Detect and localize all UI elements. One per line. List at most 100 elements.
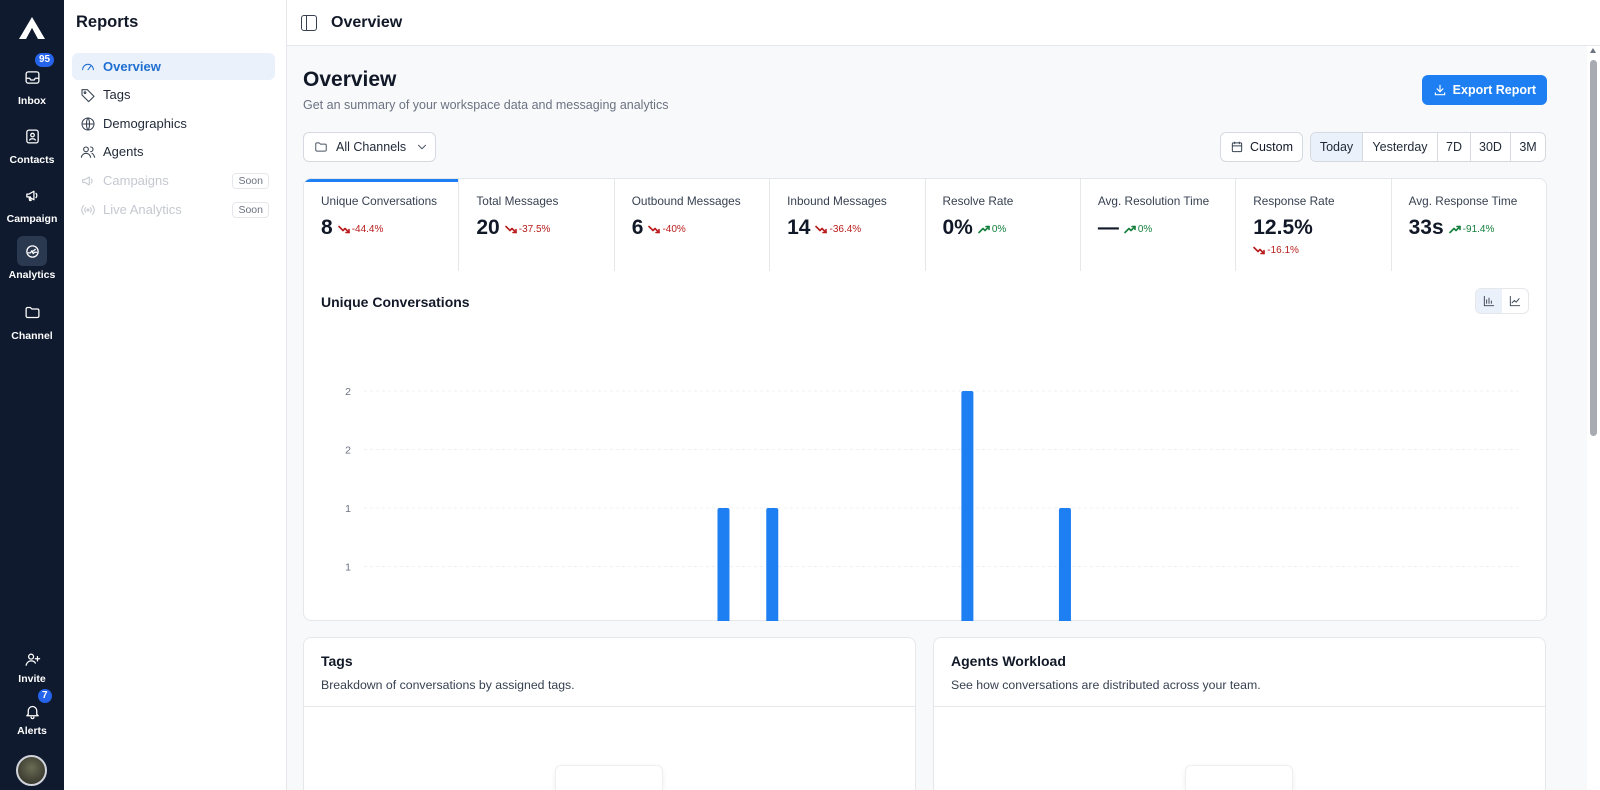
rail-item-alerts[interactable]: 7 Alerts bbox=[0, 689, 64, 737]
rail-item-campaign[interactable]: Campaign bbox=[0, 180, 64, 225]
sidebar-item-label: Campaigns bbox=[103, 173, 169, 188]
channel-select-value: All Channels bbox=[336, 140, 407, 154]
chart-bar[interactable] bbox=[1058, 508, 1071, 621]
stat-change: 0% bbox=[1124, 224, 1152, 235]
megaphone-icon bbox=[25, 190, 37, 201]
y-tick-label: 0 bbox=[345, 620, 351, 621]
y-tick-label: 1 bbox=[345, 562, 351, 574]
stat-tile[interactable]: Avg. Resolution Time — 0% bbox=[1081, 179, 1237, 271]
range-7d[interactable]: 7D bbox=[1437, 133, 1470, 161]
card-divider bbox=[304, 706, 915, 707]
broadcast-icon bbox=[81, 204, 95, 215]
agents-workload-title: Agents Workload bbox=[951, 653, 1066, 669]
range-yesterday[interactable]: Yesterday bbox=[1362, 133, 1437, 161]
custom-range-label: Custom bbox=[1249, 140, 1294, 154]
calendar-icon bbox=[1231, 141, 1243, 153]
rail-item-channel[interactable]: Channel bbox=[0, 297, 64, 342]
stat-tile[interactable]: Unique Conversations 8 -44.4% bbox=[304, 179, 460, 271]
sidebar-item-tags[interactable]: Tags bbox=[72, 81, 275, 108]
stat-value: 8 bbox=[321, 216, 333, 239]
rail-item-label: Channel bbox=[11, 330, 53, 342]
unique-conversations-chart: 0112212AM2AM4AM6AM8AM10AM12PM2PM4PM6PM8P… bbox=[345, 386, 1520, 621]
date-range-segmented: Today Yesterday 7D 30D 3M bbox=[1310, 132, 1546, 162]
stat-tile[interactable]: Inbound Messages 14 -36.4% bbox=[770, 179, 926, 271]
reports-sidebar: Reports Overview Tags Demographics Agent… bbox=[64, 0, 287, 790]
loading-placeholder bbox=[1185, 765, 1293, 790]
y-tick-label: 2 bbox=[345, 445, 351, 457]
trend-down-icon bbox=[1253, 246, 1266, 255]
sidebar-item-live-analytics: Live Analytics Soon bbox=[72, 196, 275, 223]
inbox-icon bbox=[24, 70, 40, 84]
custom-range-button[interactable]: Custom bbox=[1220, 132, 1303, 162]
tags-card-subtitle: Breakdown of conversations by assigned t… bbox=[321, 678, 575, 692]
sidebar-item-demographics[interactable]: Demographics bbox=[72, 110, 275, 137]
chevron-down-icon bbox=[418, 144, 427, 150]
stat-change: -91.4% bbox=[1448, 224, 1495, 235]
alerts-badge: 7 bbox=[38, 689, 52, 703]
stat-tile[interactable]: Avg. Response Time 33s -91.4% bbox=[1392, 179, 1546, 271]
stat-change-value: -37.5% bbox=[518, 224, 551, 235]
user-avatar[interactable] bbox=[16, 755, 47, 786]
range-3m[interactable]: 3M bbox=[1510, 133, 1545, 161]
y-tick-label: 2 bbox=[345, 386, 351, 398]
stat-change: -36.4% bbox=[815, 224, 861, 235]
scroll-up-icon[interactable] bbox=[1590, 48, 1596, 53]
download-icon bbox=[1434, 84, 1445, 96]
page-scrollbar[interactable] bbox=[1587, 46, 1600, 790]
rail-item-label: Analytics bbox=[8, 269, 56, 281]
rail-item-inbox[interactable]: 95 Inbox bbox=[0, 53, 64, 107]
sidebar-item-overview[interactable]: Overview bbox=[72, 53, 275, 80]
range-today[interactable]: Today bbox=[1311, 133, 1362, 161]
stat-value: 14 bbox=[787, 216, 811, 239]
trend-up-icon bbox=[978, 225, 990, 234]
tag-icon bbox=[81, 88, 95, 102]
rail-item-invite[interactable]: Invite bbox=[0, 648, 64, 685]
scrollbar-thumb[interactable] bbox=[1590, 60, 1597, 436]
chart-bar[interactable] bbox=[717, 508, 730, 621]
folder-icon bbox=[315, 142, 327, 152]
stat-value: 33s bbox=[1408, 216, 1444, 239]
trend-up-icon bbox=[1124, 225, 1136, 234]
stat-label: Inbound Messages bbox=[787, 194, 887, 208]
stat-change: 0% bbox=[978, 224, 1006, 235]
main-area: Overview Overview Get an summary of your… bbox=[287, 0, 1600, 790]
tags-card: Tags Breakdown of conversations by assig… bbox=[303, 637, 916, 790]
stat-value: 20 bbox=[476, 216, 500, 239]
trend-up-icon bbox=[1448, 225, 1461, 234]
page-subtitle: Get an summary of your workspace data an… bbox=[303, 98, 669, 112]
sidebar-title: Reports bbox=[76, 13, 139, 31]
loading-placeholder bbox=[555, 765, 663, 790]
rail-item-label: Inbox bbox=[18, 95, 46, 107]
range-30d[interactable]: 30D bbox=[1470, 133, 1510, 161]
soon-badge: Soon bbox=[232, 201, 269, 218]
contacts-icon bbox=[25, 128, 39, 144]
trend-down-icon bbox=[815, 225, 828, 234]
page-title: Overview bbox=[303, 68, 397, 91]
channel-select[interactable]: All Channels bbox=[303, 132, 436, 162]
chart-bar[interactable] bbox=[961, 391, 974, 621]
stat-tile[interactable]: Resolve Rate 0% 0% bbox=[926, 179, 1081, 271]
brand-logo-icon[interactable] bbox=[18, 16, 46, 40]
stat-tile[interactable]: Response Rate 12.5% -16.1% bbox=[1236, 179, 1392, 271]
stat-tile[interactable]: Outbound Messages 6 -40% bbox=[615, 179, 771, 271]
stat-change-value: -91.4% bbox=[1462, 224, 1495, 235]
agents-workload-subtitle: See how conversations are distributed ac… bbox=[951, 678, 1261, 692]
stat-change-value: -44.4% bbox=[351, 224, 384, 235]
sidebar-item-agents[interactable]: Agents bbox=[72, 138, 275, 165]
stat-change-value: 0% bbox=[1137, 224, 1153, 235]
rail-item-label: Invite bbox=[18, 673, 46, 685]
sidebar-item-label: Tags bbox=[103, 87, 131, 102]
topbar-title: Overview bbox=[331, 13, 403, 31]
stat-value: 0% bbox=[942, 216, 973, 239]
export-report-button[interactable]: Export Report bbox=[1421, 75, 1547, 105]
stat-change: -44.4% bbox=[337, 224, 384, 235]
toggle-sidebar-icon[interactable] bbox=[301, 14, 317, 31]
stat-label: Total Messages bbox=[476, 194, 559, 208]
rail-item-contacts[interactable]: Contacts bbox=[0, 121, 64, 166]
chart-bar[interactable] bbox=[766, 508, 779, 621]
stat-tile[interactable]: Total Messages 20 -37.5% bbox=[459, 179, 615, 271]
trend-down-icon bbox=[504, 225, 517, 234]
chart-card: Unique Conversations 0112212AM2AM4AM6AM8… bbox=[303, 271, 1547, 621]
megaphone-icon bbox=[82, 175, 93, 186]
rail-item-analytics[interactable]: Analytics bbox=[0, 236, 64, 281]
